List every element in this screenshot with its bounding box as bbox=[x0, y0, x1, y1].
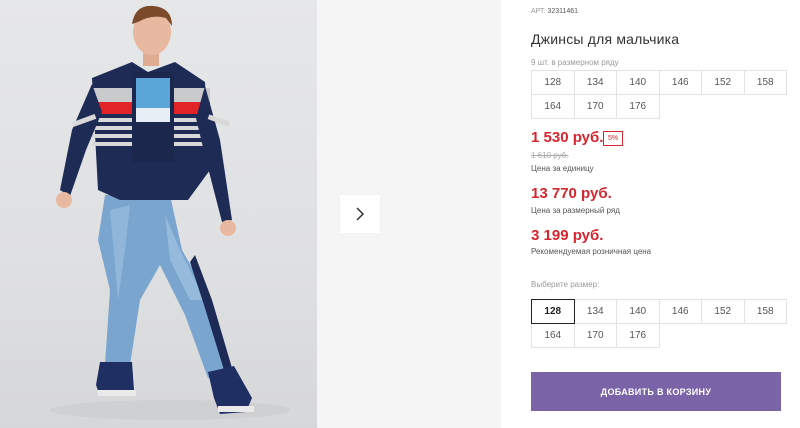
add-to-cart-button[interactable]: ДОБАВИТЬ В КОРЗИНУ bbox=[531, 372, 781, 411]
old-price: 1 610 руб. bbox=[531, 151, 569, 160]
size-option[interactable]: 134 bbox=[573, 299, 617, 324]
article-label: АРТ. bbox=[531, 8, 546, 15]
article-value: 32311461 bbox=[547, 8, 579, 15]
chevron-right-icon bbox=[356, 207, 365, 221]
product-title: Джинсы для мальчика bbox=[531, 31, 680, 47]
size-option[interactable]: 146 bbox=[658, 299, 702, 324]
pack-size-cell: 134 bbox=[573, 70, 617, 95]
pack-price-label: Цена за размерный ряд bbox=[531, 206, 620, 215]
retail-price-label: Рекомендуемая розничная цена bbox=[531, 247, 652, 256]
size-option[interactable]: 164 bbox=[531, 323, 575, 348]
unit-price-label: Цена за единицу bbox=[531, 164, 594, 173]
pack-size-cell: 176 bbox=[616, 94, 660, 119]
pack-price: 13 770 руб. bbox=[531, 185, 612, 202]
pack-size-cell: 140 bbox=[616, 70, 660, 95]
pack-size-cell: 164 bbox=[531, 94, 575, 119]
unit-price: 1 530 руб. bbox=[531, 129, 604, 146]
discount-badge: 5% bbox=[603, 131, 623, 146]
size-picker-label: Выберите размер: bbox=[531, 280, 600, 289]
size-option[interactable]: 176 bbox=[616, 323, 660, 348]
gallery-next-button[interactable] bbox=[340, 195, 380, 233]
pack-note: 9 шт. в размерном ряду bbox=[531, 58, 619, 67]
size-option[interactable]: 170 bbox=[573, 323, 617, 348]
size-option[interactable]: 152 bbox=[701, 299, 745, 324]
article-number: АРТ. 32311461 bbox=[531, 8, 578, 15]
pack-size-cell: 152 bbox=[701, 70, 745, 95]
pack-size-cell: 146 bbox=[658, 70, 702, 95]
retail-price: 3 199 руб. bbox=[531, 227, 604, 244]
size-option[interactable]: 158 bbox=[743, 299, 787, 324]
size-option-selected[interactable]: 128 bbox=[531, 299, 575, 324]
pack-size-grid: 128 134 140 146 152 158 164 170 176 bbox=[531, 70, 787, 119]
size-option[interactable]: 140 bbox=[616, 299, 660, 324]
pack-size-cell: 170 bbox=[573, 94, 617, 119]
size-picker-grid: 128 134 140 146 152 158 164 170 176 bbox=[531, 299, 787, 348]
product-photo bbox=[0, 0, 317, 428]
pack-size-cell: 128 bbox=[531, 70, 575, 95]
boy-in-jeans-photo bbox=[50, 5, 290, 420]
pack-size-cell: 158 bbox=[743, 70, 787, 95]
